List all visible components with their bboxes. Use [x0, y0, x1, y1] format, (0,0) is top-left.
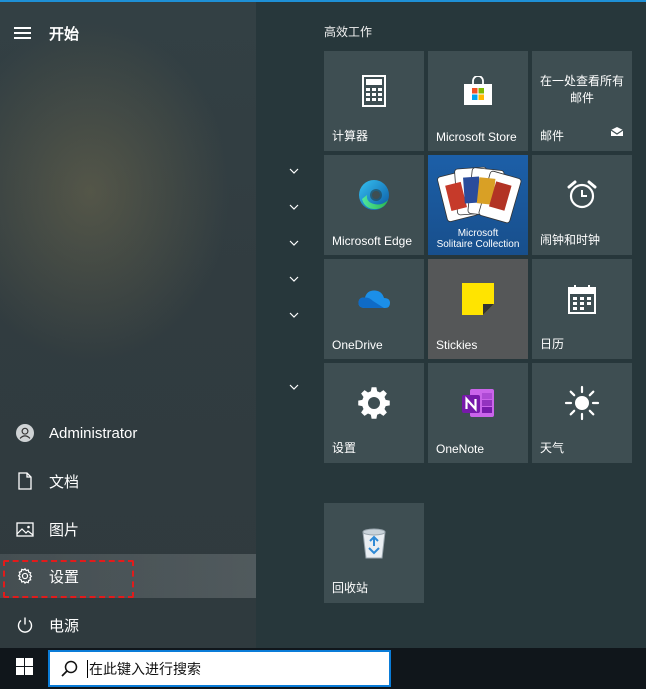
nav-item-power-label: 电源 — [49, 617, 80, 635]
start-title: 开始 — [49, 25, 80, 43]
tile-onenote-label: OneNote — [436, 442, 485, 456]
tile-recycle-bin-label: 回收站 — [332, 581, 369, 595]
tile-edge-label: Microsoft Edge — [332, 234, 413, 248]
tile-weather-label: 天气 — [540, 441, 565, 455]
chevron-down-icon[interactable] — [288, 201, 300, 213]
nav-item-power[interactable]: 电源 — [0, 603, 256, 647]
alarm-clock-icon — [532, 155, 632, 235]
nav-item-documents-label: 文档 — [49, 473, 80, 491]
taskbar: 在此键入进行搜索 — [0, 648, 646, 689]
nav-item-user-label: Administrator — [49, 424, 138, 442]
tile-solitaire-label: Microsoft Solitaire Collection — [428, 228, 528, 250]
tile-weather[interactable]: 天气 — [532, 363, 632, 463]
user-avatar-icon — [16, 424, 34, 442]
search-input-placeholder: 在此键入进行搜索 — [89, 660, 201, 677]
tile-stickies-label: Stickies — [436, 338, 478, 352]
chevron-down-icon[interactable] — [288, 237, 300, 249]
tile-store-label: Microsoft Store — [436, 130, 517, 144]
store-bag-icon — [428, 51, 528, 131]
tile-group-title: 高效工作 — [324, 25, 373, 39]
onenote-icon — [428, 363, 528, 443]
tile-alarms[interactable]: 闹钟和时钟 — [532, 155, 632, 255]
text-caret — [87, 659, 88, 678]
tile-calendar[interactable]: 日历 — [532, 259, 632, 359]
sun-weather-icon — [532, 363, 632, 443]
document-icon — [16, 472, 34, 490]
picture-icon — [16, 520, 34, 538]
calculator-icon — [324, 51, 424, 131]
tile-settings-label: 设置 — [332, 441, 357, 455]
tile-onedrive[interactable]: OneDrive — [324, 259, 424, 359]
tile-onedrive-label: OneDrive — [332, 338, 383, 352]
sticky-note-icon — [428, 259, 528, 339]
nav-item-settings[interactable]: 设置 — [0, 554, 256, 598]
nav-item-pictures[interactable]: 图片 — [0, 507, 256, 551]
hamburger-menu-icon[interactable] — [14, 27, 31, 39]
start-header: 开始 — [14, 22, 79, 44]
tile-stickies[interactable]: Stickies — [428, 259, 528, 359]
tile-calculator-label: 计算器 — [332, 129, 369, 143]
nav-item-documents[interactable]: 文档 — [0, 459, 256, 503]
chevron-down-icon[interactable] — [288, 381, 300, 393]
onedrive-cloud-icon — [324, 259, 424, 339]
recycle-bin-icon — [324, 503, 424, 583]
tile-calculator[interactable]: 计算器 — [324, 51, 424, 151]
windows-logo-icon — [15, 657, 33, 680]
tile-solitaire[interactable]: Microsoft Solitaire Collection — [428, 155, 528, 255]
tile-settings[interactable]: 设置 — [324, 363, 424, 463]
tile-edge[interactable]: Microsoft Edge — [324, 155, 424, 255]
playing-cards-icon — [428, 161, 528, 231]
chevron-down-icon[interactable] — [288, 165, 300, 177]
solitaire-label-line2: Solitaire Collection — [436, 239, 520, 250]
mail-envelope-icon — [610, 124, 624, 142]
solitaire-label-line1: Microsoft — [457, 228, 499, 239]
settings-gear-icon — [324, 363, 424, 443]
power-icon — [16, 616, 34, 634]
tile-onenote[interactable]: OneNote — [428, 363, 528, 463]
tile-alarms-label: 闹钟和时钟 — [540, 233, 601, 247]
tile-mail[interactable]: 在一处查看所有邮件 邮件 — [532, 51, 632, 151]
chevron-down-icon[interactable] — [288, 273, 300, 285]
settings-highlight-box — [3, 560, 134, 598]
tile-mail-label: 邮件 — [540, 129, 565, 143]
nav-item-user[interactable]: Administrator — [0, 411, 256, 455]
search-icon — [60, 660, 78, 678]
start-left-rail: 开始 Administrator 文档 图片 设置 电源 — [0, 2, 256, 648]
tile-recycle-bin[interactable]: 回收站 — [324, 503, 424, 603]
nav-item-pictures-label: 图片 — [49, 521, 80, 539]
tile-calendar-label: 日历 — [540, 337, 565, 351]
mail-promo-text: 在一处查看所有邮件 — [540, 74, 625, 105]
tiles-area: 高效工作 计算器 Microsoft Store 在一处查看所有邮件 邮件 Mi… — [256, 2, 646, 648]
tile-store[interactable]: Microsoft Store — [428, 51, 528, 151]
edge-browser-icon — [324, 155, 424, 235]
calendar-icon — [532, 259, 632, 339]
chevron-down-icon[interactable] — [288, 309, 300, 321]
taskbar-search-box[interactable]: 在此键入进行搜索 — [48, 650, 391, 687]
windows-start-button[interactable] — [0, 648, 48, 689]
